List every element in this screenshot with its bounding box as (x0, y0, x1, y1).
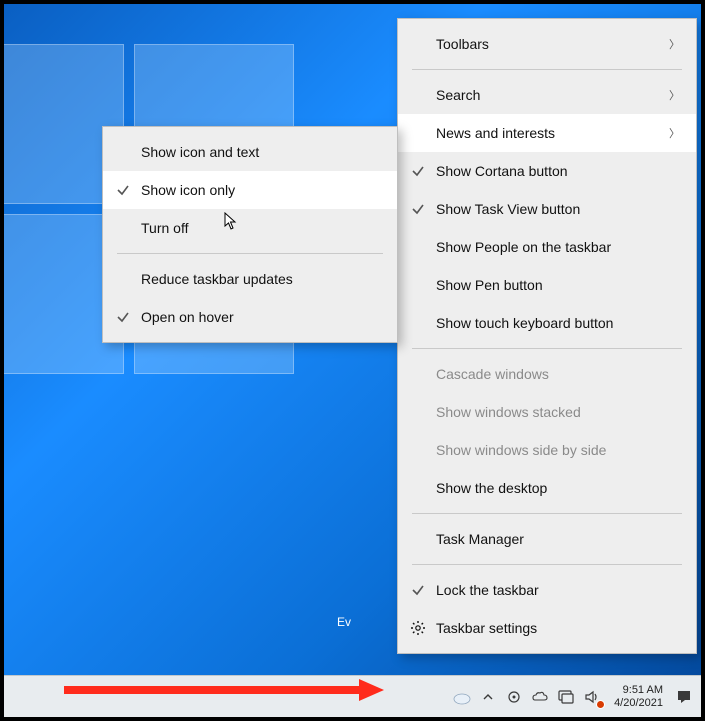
menu-item-show-windows-side-by-side: Show windows side by side (398, 431, 696, 469)
taskbar-time: 9:51 AM (623, 684, 663, 697)
menu-item-show-touch-keyboard[interactable]: Show touch keyboard button (398, 304, 696, 342)
check-icon (115, 309, 131, 325)
onedrive-icon[interactable] (530, 687, 550, 707)
taskbar-date: 4/20/2021 (614, 697, 663, 710)
weather-icon[interactable] (452, 687, 472, 707)
menu-label: Show the desktop (436, 480, 680, 496)
menu-item-toolbars[interactable]: Toolbars 〉 (398, 25, 696, 63)
menu-label: Cascade windows (436, 366, 680, 382)
submenu-item-reduce-taskbar-updates[interactable]: Reduce taskbar updates (103, 260, 397, 298)
menu-item-lock-taskbar[interactable]: Lock the taskbar (398, 571, 696, 609)
menu-label: Search (436, 87, 659, 103)
menu-label: Show Task View button (436, 201, 680, 217)
gear-icon (410, 620, 426, 636)
submenu-item-turn-off[interactable]: Turn off (103, 209, 397, 247)
menu-item-task-manager[interactable]: Task Manager (398, 520, 696, 558)
menu-item-show-cortana-button[interactable]: Show Cortana button (398, 152, 696, 190)
menu-label: Open on hover (141, 309, 381, 325)
taskbar-context-menu: Toolbars 〉 Search 〉 News and interests 〉… (397, 18, 697, 654)
menu-label: Show icon only (141, 182, 381, 198)
menu-separator (412, 69, 682, 70)
error-badge-icon (596, 700, 605, 709)
submenu-item-open-on-hover[interactable]: Open on hover (103, 298, 397, 336)
menu-label: Show Pen button (436, 277, 680, 293)
menu-item-show-task-view-button[interactable]: Show Task View button (398, 190, 696, 228)
volume-icon[interactable] (582, 687, 602, 707)
menu-separator (117, 253, 383, 254)
menu-label: Turn off (141, 220, 381, 236)
menu-item-search[interactable]: Search 〉 (398, 76, 696, 114)
menu-item-show-pen-button[interactable]: Show Pen button (398, 266, 696, 304)
news-interests-submenu: Show icon and text Show icon only Turn o… (102, 126, 398, 343)
submenu-item-show-icon-and-text[interactable]: Show icon and text (103, 133, 397, 171)
menu-label: Lock the taskbar (436, 582, 680, 598)
check-icon (410, 582, 426, 598)
menu-item-show-people[interactable]: Show People on the taskbar (398, 228, 696, 266)
chevron-right-icon: 〉 (669, 125, 680, 141)
menu-label: Task Manager (436, 531, 680, 547)
chevron-right-icon: 〉 (669, 87, 680, 103)
menu-item-cascade-windows: Cascade windows (398, 355, 696, 393)
menu-label: Show icon and text (141, 144, 381, 160)
menu-label: Show People on the taskbar (436, 239, 680, 255)
chevron-right-icon: 〉 (669, 36, 680, 52)
menu-label: News and interests (436, 125, 659, 141)
menu-item-show-windows-stacked: Show windows stacked (398, 393, 696, 431)
menu-label: Show windows side by side (436, 442, 680, 458)
tray-chevron-up-icon[interactable] (478, 687, 498, 707)
menu-separator (412, 348, 682, 349)
taskbar-clock[interactable]: 9:51 AM 4/20/2021 (614, 684, 663, 710)
menu-separator (412, 564, 682, 565)
menu-label: Show touch keyboard button (436, 315, 680, 331)
menu-label: Toolbars (436, 36, 659, 52)
check-icon (410, 201, 426, 217)
submenu-item-show-icon-only[interactable]: Show icon only (103, 171, 397, 209)
menu-item-news-and-interests[interactable]: News and interests 〉 (398, 114, 696, 152)
check-icon (115, 182, 131, 198)
menu-separator (412, 513, 682, 514)
location-icon[interactable] (504, 687, 524, 707)
desktop-text-fragment: Ev (337, 615, 351, 629)
taskbar[interactable]: 9:51 AM 4/20/2021 (4, 675, 701, 717)
check-icon (410, 163, 426, 179)
action-center-icon[interactable] (675, 688, 693, 706)
menu-label: Show windows stacked (436, 404, 680, 420)
menu-item-taskbar-settings[interactable]: Taskbar settings (398, 609, 696, 647)
menu-label: Show Cortana button (436, 163, 680, 179)
menu-label: Taskbar settings (436, 620, 680, 636)
menu-label: Reduce taskbar updates (141, 271, 381, 287)
menu-item-show-desktop[interactable]: Show the desktop (398, 469, 696, 507)
screen-projection-icon[interactable] (556, 687, 576, 707)
